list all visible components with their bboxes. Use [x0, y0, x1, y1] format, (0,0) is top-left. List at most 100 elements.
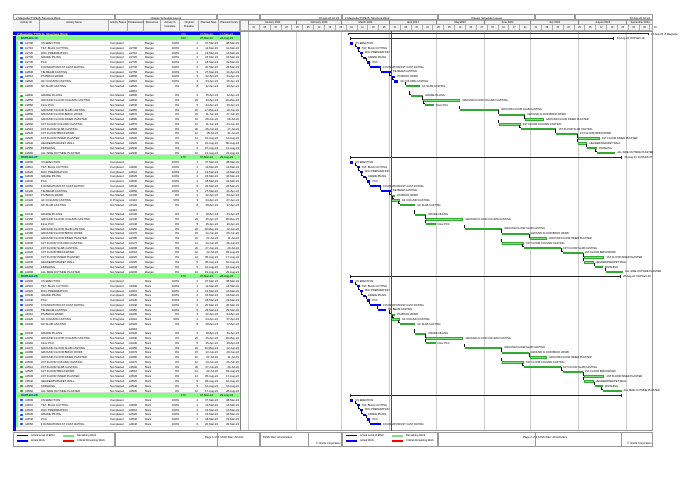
group-indent-strip: [15, 41, 18, 156]
bar-label: GF COLUMN CASTING: [401, 317, 430, 321]
relationship-line: [582, 253, 585, 257]
completed-activity-icon: [20, 189, 23, 192]
bar-label: 1ST FLOOR COLUMN CASTING: [522, 122, 562, 126]
relationship-line: [423, 100, 425, 105]
task-cell-predecessors: A3420, A3410: [129, 321, 138, 331]
task-cell-percent: 0%: [174, 83, 179, 88]
project-summary-bar: [348, 33, 648, 35]
completed-activity-icon: [20, 408, 23, 411]
legend-label: Remaining Work: [77, 434, 97, 438]
legend-label: Critical Remaining Work: [406, 439, 434, 443]
data-date-line: [390, 31, 392, 431]
legend-swatch: [392, 435, 403, 438]
task-cell-start: 12-Apr-24: [205, 83, 218, 88]
relationship-line: [497, 119, 500, 124]
column-header[interactable]: Planned Finish: [219, 20, 240, 31]
activity-icon: [20, 375, 23, 378]
legend-label: Actual Level of Effort: [31, 434, 55, 438]
bar-label: 1ST FLOOR BRICKWORK: [584, 370, 616, 374]
task-cell-start: 08-Apr-24: [205, 202, 218, 207]
remaining-work-bar: [423, 99, 461, 102]
relationship-line: [424, 334, 427, 338]
column-header[interactable]: Activity Status: [109, 20, 128, 31]
remaining-work-bar: [523, 246, 562, 250]
bar-label: TILT, BLAG CUTTING: [361, 403, 388, 407]
relationship-line: [361, 410, 363, 414]
legend-swatch: [17, 440, 28, 443]
task-cell-duration: 8: [196, 202, 198, 207]
task-cell-duration: 8: [196, 321, 198, 326]
relationship-line: [463, 343, 465, 348]
bar-label: GROUND FLOOR INNER PLASTER: [546, 117, 589, 121]
relationship-line: [355, 162, 357, 167]
remaining-work-bar: [530, 237, 548, 240]
relationship-line: [368, 62, 371, 67]
remaining-work-bar: [502, 351, 529, 354]
bar-label: PCC: [372, 60, 378, 64]
remaining-work-bar: [595, 265, 603, 269]
column-header[interactable]: Resources: [144, 20, 161, 31]
bar-label: 1ST FLOOR COLUMN CASTING: [525, 241, 565, 245]
column-header[interactable]: Original Duration: [180, 20, 199, 31]
task-cell-start: 08-Apr-24: [205, 321, 218, 326]
summary-cap: [613, 37, 615, 40]
activity-icon: [20, 227, 23, 230]
task-cell-name: GF SLAB CASTING: [41, 321, 67, 326]
bar-label: GF SLAB CASTING: [422, 84, 446, 88]
remaining-work-bar: [602, 389, 622, 393]
bar-label: HEADER/PARAPET WALL: [589, 141, 621, 145]
bar-label: DOC PREPARATION: [364, 408, 390, 412]
relationship-line: [392, 315, 394, 319]
task-cell-name: GF SLAB CASTING: [41, 83, 67, 88]
column-header[interactable]: Activity ID: [13, 20, 40, 31]
relationship-line: [361, 172, 363, 176]
relationship-line: [421, 96, 424, 100]
task-cell-resources: Mani: [145, 421, 152, 426]
activity-icon: [20, 213, 23, 216]
completed-activity-icon: [20, 423, 23, 426]
column-header[interactable]: Activity % Complete: [161, 20, 180, 31]
filter-label: TASK filter: All Acts: [216, 432, 260, 447]
relationship-line: [500, 229, 503, 233]
remaining-work-bar: [530, 356, 548, 359]
completed-activity-icon: [20, 166, 23, 169]
actual-work-bar: [350, 42, 354, 45]
task-cell-name: FOUNDATION/1ST CAST DATING: [41, 421, 85, 426]
remaining-work-bar: [426, 337, 464, 340]
task-cell-id: A2830: [25, 83, 34, 88]
table-gantt-divider[interactable]: [240, 31, 241, 431]
relationship-line: [604, 267, 607, 271]
activity-icon: [20, 232, 23, 235]
completed-activity-icon: [20, 404, 23, 407]
bar-label: TIE BEAM CASTING: [392, 70, 417, 74]
bar-label: TILT, BLAG CUTTING: [361, 165, 388, 169]
relationship-line: [522, 362, 524, 367]
bar-label: CS ERECTION: [355, 398, 374, 402]
column-header[interactable]: Activity Name: [40, 20, 109, 31]
summary-cap: [349, 37, 351, 40]
bar-label: FOUNDATION/1ST CAST DATING: [383, 422, 424, 426]
bar-label: GROUND FLOOR COLUMN CASTING: [462, 98, 508, 102]
bar-label: HEADER/PARAPET WALL: [595, 260, 627, 264]
activity-icon: [20, 247, 23, 249]
completed-activity-icon: [20, 56, 23, 59]
bar-label: GRADE PILING: [367, 294, 387, 298]
completed-activity-icon: [20, 70, 23, 73]
column-header[interactable]: Planned Start: [199, 20, 219, 31]
relationship-line: [413, 329, 416, 333]
remaining-work-bar: [502, 242, 524, 245]
column-header[interactable]: Predecessors: [128, 20, 144, 31]
task-cell-status: Completed: [110, 421, 124, 426]
remaining-work-bar: [499, 123, 521, 126]
bar-label: ALL SIDE OUTSIDE PLASTER: [617, 151, 654, 155]
task-cell-resources: Mani: [145, 321, 152, 326]
bar-label: PS BRICK WORK: [397, 75, 419, 79]
remaining-work-bar: [523, 365, 562, 369]
summary-cap: [621, 394, 623, 397]
summary-label: 29-Aug-24, DUPLEX-27: [624, 156, 653, 160]
relationship-line: [497, 110, 500, 114]
activity-icon: [20, 346, 23, 349]
bar-label: Floor PCC: [436, 103, 449, 107]
bar-label: PCC: [372, 179, 378, 183]
relationship-line: [358, 48, 360, 52]
